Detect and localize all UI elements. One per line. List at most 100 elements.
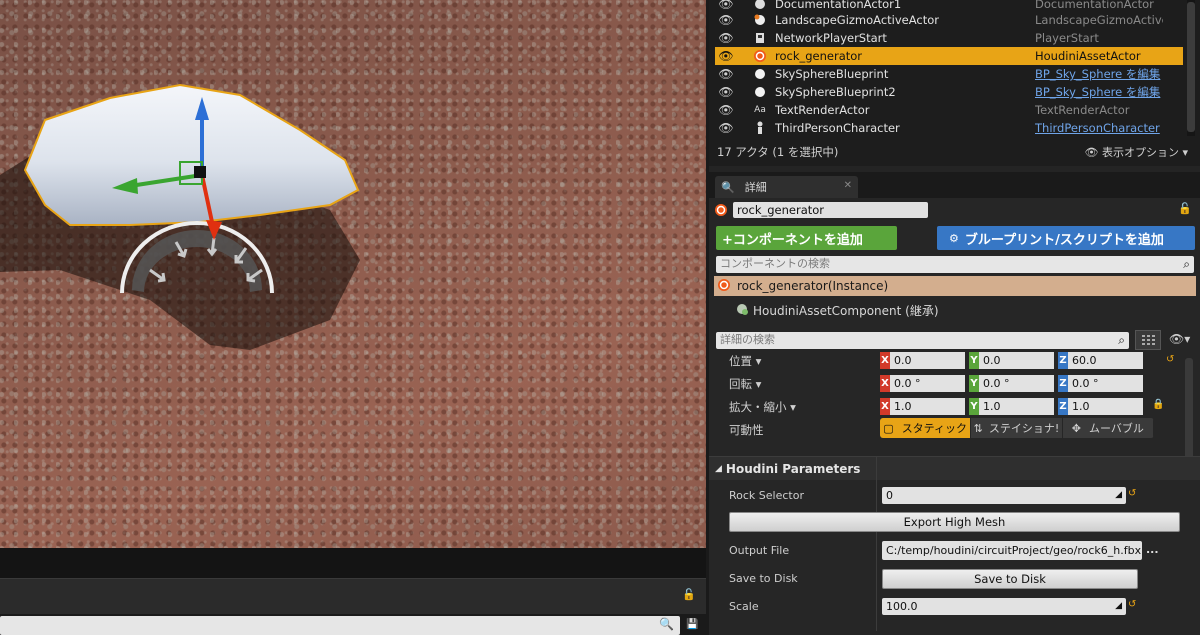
visibility-eye-icon[interactable]: 👁 [715,13,737,27]
scale-y-field[interactable]: 1.0 [979,398,1054,415]
location-z[interactable]: Z 60.0 [1058,352,1143,369]
houdini-parameters-header[interactable]: ◢ Houdini Parameters [709,456,1200,480]
content-browser-header: 🔓 [0,578,706,614]
visibility-eye-icon[interactable]: 👁 [715,67,737,81]
outliner-row[interactable]: 👁 SkySphereBlueprint BP_Sky_Sphere を編集 [715,65,1183,83]
location-z-field[interactable]: 60.0 [1068,352,1143,369]
lock-icon[interactable]: 🔓 [682,588,696,601]
browse-button[interactable]: ... [1146,543,1159,556]
location-x[interactable]: X 0.0 [880,352,965,369]
houdini-icon [753,49,767,63]
scale-z[interactable]: Z 1.0 [1058,398,1143,415]
export-high-mesh-button[interactable]: Export High Mesh [729,512,1180,532]
sphere-icon [753,85,767,99]
outliner-row-selected[interactable]: 👁 rock_generator HoudiniAssetActor [715,47,1183,65]
rock-selector-label: Rock Selector [729,489,804,502]
scale-label[interactable]: 拡大・縮小 ▾ [729,399,796,415]
scale-x[interactable]: X 1.0 [880,398,965,415]
outliner-scrollbar-thumb[interactable] [1187,2,1195,132]
blueprint-script-button[interactable]: ⚙ ブループリント/スクリプトを追加 [937,226,1195,250]
scale-z-field[interactable]: 1.0 [1068,398,1143,415]
visibility-eye-icon[interactable]: 👁 [715,0,737,11]
column-splitter[interactable] [876,456,877,631]
visibility-eye-icon[interactable]: 👁 [715,85,737,99]
landscape-gizmo-icon [753,13,767,27]
mobility-stationary[interactable]: ⇅ ステイショナ! [971,418,1063,438]
component-search-input[interactable]: コンポーネントの検索 ⌕ [716,256,1194,273]
houdini-icon [717,278,731,295]
rotation-z-field[interactable]: 0.0 ° [1068,375,1143,392]
axis-x-badge: X [880,375,890,392]
axis-x-badge: X [880,352,890,369]
rotation-z[interactable]: Z 0.0 ° [1058,375,1143,392]
reset-arrow-icon[interactable]: ↺ [1128,488,1136,499]
location-y[interactable]: Y 0.0 [969,352,1054,369]
reset-arrow-icon[interactable]: ↺ [1166,354,1174,365]
save-to-disk-button[interactable]: Save to Disk [882,569,1138,589]
search-icon: ⌕ [1183,257,1190,271]
save-icon[interactable]: 💾 [686,619,698,630]
visibility-eye-icon[interactable]: 👁 [715,49,737,63]
mobility-static[interactable]: ▢ スタティック [880,418,972,438]
tab-details-label: 詳細 [744,181,767,194]
outliner-row[interactable]: 👁 Aa TextRenderActor TextRenderActor [715,101,1183,119]
blueprint-script-label: ブループリント/スクリプトを追加 [964,232,1164,248]
reset-arrow-icon[interactable]: ↺ [1128,599,1136,610]
visibility-eye-icon[interactable]: 👁 [715,121,737,135]
axis-y-badge: Y [969,352,979,369]
edit-blueprint-link[interactable]: BP_Sky_Sphere を編集 [1035,66,1163,82]
actor-name-field[interactable]: rock_generator [733,202,928,218]
houdini-scale-field[interactable]: 100.0 ◢ [882,598,1126,615]
actor-name: SkySphereBlueprint [775,67,889,81]
scale-x-field[interactable]: 1.0 [890,398,965,415]
drag-handle-icon: ◢ [1115,490,1122,500]
edit-blueprint-link[interactable]: ThirdPersonCharacter [1035,121,1163,135]
houdini-component-row[interactable]: HoudiniAssetComponent (継承) [735,302,939,319]
add-component-button[interactable]: +コンポーネントを追加 [716,226,897,250]
details-scrollbar[interactable] [1185,358,1193,468]
tab-details[interactable]: 🔍 詳細 ✕ [715,176,858,198]
edit-blueprint-link[interactable]: BP_Sky_Sphere を編集 [1035,84,1163,100]
rotation-y-field[interactable]: 0.0 ° [979,375,1054,392]
location-label[interactable]: 位置 ▾ [729,353,761,369]
chevron-down-icon: ▾ [1178,146,1188,159]
content-search-input[interactable]: 🔍 [0,616,680,635]
mobility-stationary-label: ステイショナ! [988,422,1060,435]
visibility-eye-icon[interactable]: 👁 [715,103,737,117]
outliner-row[interactable]: 👁 LandscapeGizmoActiveActor LandscapeGiz… [715,11,1183,29]
outliner-row[interactable]: 👁 ThirdPersonCharacter ThirdPersonCharac… [715,119,1183,137]
level-viewport[interactable] [0,0,706,548]
grid-view-button[interactable] [1135,330,1161,350]
actor-name: NetworkPlayerStart [775,31,887,45]
search-icon: ⌕ [1118,333,1125,347]
close-icon[interactable]: ✕ [844,180,852,191]
world-outliner: 👁 DocumentationActor1 DocumentationActor… [709,0,1200,166]
rock-selector-value: 0 [886,489,893,502]
visibility-eye-icon[interactable]: 👁 [715,31,737,45]
mobility-movable[interactable]: ✥ ムーバブル [1063,418,1154,438]
rock-selector-field[interactable]: 0 ◢ [882,487,1126,504]
houdini-icon [714,203,728,217]
lock-icon[interactable]: 🔒 [1152,399,1164,410]
viewport-bottom-bar [0,548,706,578]
scale-y[interactable]: Y 1.0 [969,398,1054,415]
axis-z-badge: Z [1058,375,1068,392]
rotation-label[interactable]: 回転 ▾ [729,376,761,392]
outliner-row[interactable]: 👁 SkySphereBlueprint2 BP_Sky_Sphere を編集 [715,83,1183,101]
rotation-x[interactable]: X 0.0 ° [880,375,965,392]
outliner-row[interactable]: 👁 NetworkPlayerStart PlayerStart [715,29,1183,47]
rock-mesh[interactable] [23,83,360,226]
output-file-field[interactable]: C:/temp/houdini/circuitProject/geo/rock6… [882,541,1142,560]
rotation-y[interactable]: Y 0.0 ° [969,375,1054,392]
rotation-x-field[interactable]: 0.0 ° [890,375,965,392]
actor-name: DocumentationActor1 [775,0,902,11]
lock-icon[interactable]: 🔓 [1178,202,1192,215]
eye-icon[interactable]: 👁▾ [1169,332,1190,346]
location-y-field[interactable]: 0.0 [979,352,1054,369]
location-x-field[interactable]: 0.0 [890,352,965,369]
grid-icon [1142,335,1155,345]
details-search-input[interactable]: 詳細の検索 ⌕ [716,332,1129,349]
view-options-button[interactable]: 👁 表示オプション ▾ [1085,144,1189,160]
mobility-toggle[interactable]: ▢ スタティック ⇅ ステイショナ! ✥ ムーバブル [880,418,1154,438]
component-instance-row[interactable]: rock_generator(Instance) [714,276,1196,296]
